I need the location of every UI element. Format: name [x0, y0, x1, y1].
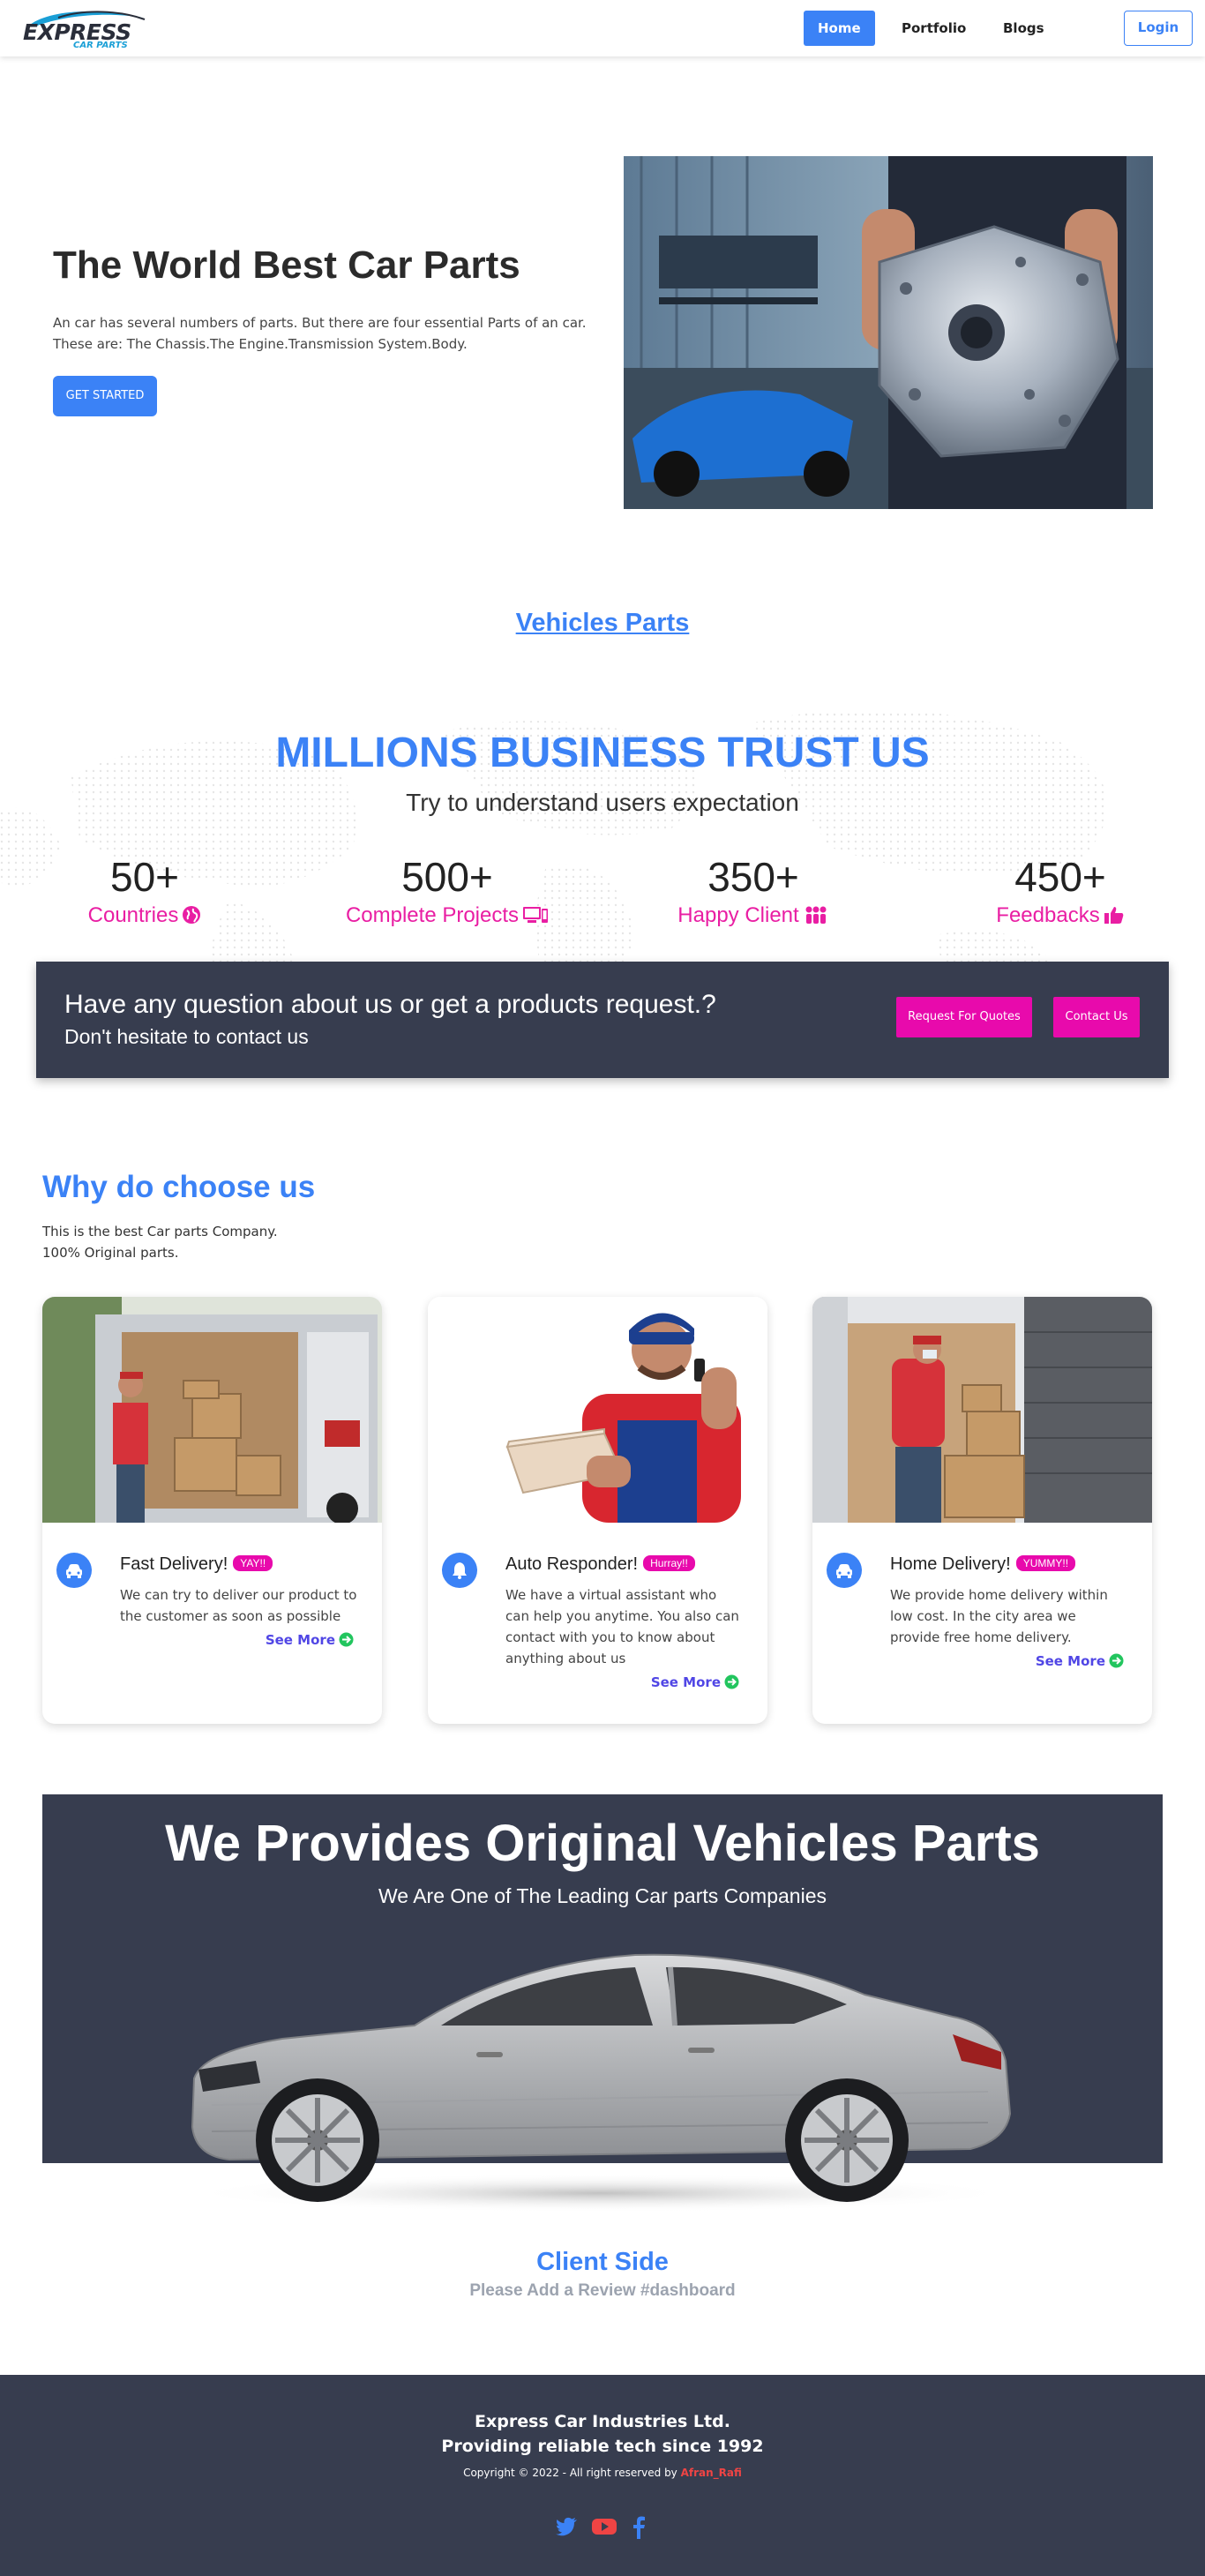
- stat-value: 500+: [401, 854, 493, 900]
- car-icon-badge: [56, 1553, 92, 1588]
- footer-copyright: Copyright © 2022 - All right reserved by…: [0, 2467, 1205, 2479]
- bell-icon: [453, 1562, 467, 1579]
- get-started-button[interactable]: GET STARTED: [53, 376, 157, 416]
- stat-label: Feedbacks: [996, 903, 1100, 927]
- card-fast-delivery: Fast Delivery! YAY!! We can try to delive…: [42, 1297, 382, 1724]
- stat-label: Countries: [87, 903, 179, 927]
- trust-title: MILLIONS BUSINESS TRUST US: [275, 730, 930, 776]
- card-home-delivery: Home Delivery! YUMMY!! We provide home de…: [812, 1297, 1152, 1724]
- globe-icon: [183, 906, 201, 924]
- footer-tagline: Providing reliable tech since 1992: [441, 2437, 764, 2456]
- hero-engine-image: [624, 156, 1153, 509]
- footer-company: Express Car Industries Ltd.: [475, 2412, 730, 2431]
- trust-subtitle: Try to understand users expectation: [406, 789, 799, 816]
- car-icon: [836, 1564, 852, 1578]
- car-icon-badge: [827, 1553, 862, 1588]
- see-more-link[interactable]: See More: [266, 1632, 354, 1648]
- delivery-van-image: [42, 1297, 382, 1523]
- card-badge: Hurray!!: [643, 1555, 695, 1571]
- why-line-1: This is the best Car parts Company.: [42, 1224, 278, 1239]
- arrow-right-circle-icon: [724, 1674, 739, 1689]
- stat-label: Complete Projects: [345, 903, 520, 927]
- bell-icon-badge: [442, 1553, 477, 1588]
- original-subtitle: We Are One of The Leading Car parts Comp…: [378, 1884, 827, 1907]
- stat-value: 50+: [109, 854, 180, 900]
- see-more-label: See More: [650, 1674, 721, 1690]
- card-text: We can try to deliver our product to the…: [120, 1587, 357, 1624]
- stat-label: Happy Client: [677, 903, 799, 927]
- stat-projects: 500+ Complete Projects: [315, 852, 580, 930]
- request-quotes-button[interactable]: Request For Quotes: [896, 997, 1032, 1037]
- card-text: We provide home delivery within low cost…: [890, 1587, 1108, 1645]
- card-text: We have a virtual assistant who can help…: [505, 1587, 739, 1666]
- courier-phone-image: [428, 1297, 767, 1523]
- contact-banner: Have any question about us or get a prod…: [36, 962, 1169, 1078]
- logo-sub-text: CAR PARTS: [73, 41, 128, 50]
- arrow-right-circle-icon: [1109, 1653, 1124, 1668]
- car-icon: [66, 1564, 82, 1578]
- client-subtitle: Please Add a Review #dashboard: [469, 2281, 736, 2300]
- client-title: Client Side: [536, 2248, 669, 2276]
- card-badge: YUMMY!!: [1015, 1555, 1076, 1571]
- stat-feedbacks: 450+ Feedbacks: [928, 852, 1193, 930]
- navbar: EXPRESS CAR PARTS Home Portfolio Blogs L…: [0, 0, 1205, 56]
- stat-value: 350+: [707, 854, 799, 900]
- devices-icon: [523, 907, 549, 923]
- author-link[interactable]: Afran_Rafi: [681, 2467, 742, 2479]
- card-badge: YAY!!: [233, 1555, 273, 1571]
- nav-blogs[interactable]: Blogs: [989, 11, 1059, 46]
- original-title: We Provides Original Vehicles Parts: [165, 1815, 1040, 1872]
- users-icon: [805, 906, 827, 924]
- stat-clients: 350+ Happy Client: [621, 852, 886, 930]
- why-description: This is the best Car parts Company. 100%…: [42, 1221, 278, 1263]
- social-links: [556, 2516, 649, 2542]
- hero-description: An car has several numbers of parts. But…: [53, 315, 587, 352]
- banner-note: Don't hesitate to contact us: [64, 1025, 309, 1048]
- vehicles-parts-link[interactable]: Vehicles Parts: [0, 609, 1205, 638]
- card-title: Auto Responder!: [505, 1554, 639, 1574]
- why-title: Why do choose us: [42, 1170, 316, 1204]
- stat-countries: 50+ Countries: [12, 852, 277, 930]
- see-more-link[interactable]: See More: [1036, 1653, 1124, 1669]
- express-logo[interactable]: EXPRESS CAR PARTS: [23, 5, 146, 51]
- card-auto-responder: Auto Responder! Hurray!! We have a virtua…: [428, 1297, 767, 1724]
- card-title: Fast Delivery!: [120, 1554, 228, 1574]
- login-button[interactable]: Login: [1124, 11, 1193, 46]
- stat-value: 450+: [1014, 854, 1106, 900]
- copyright-text: Copyright © 2022 - All right reserved by: [463, 2467, 677, 2479]
- youtube-icon[interactable]: [591, 2516, 617, 2541]
- contact-us-button[interactable]: Contact Us: [1053, 997, 1140, 1037]
- card-title: Home Delivery!: [890, 1554, 1011, 1574]
- hero-title: The World Best Car Parts: [53, 243, 520, 287]
- home-delivery-image: [812, 1297, 1152, 1523]
- see-more-link[interactable]: See More: [651, 1674, 739, 1690]
- twitter-icon[interactable]: [556, 2516, 579, 2541]
- banner-question: Have any question about us or get a prod…: [64, 990, 716, 1019]
- nav-portfolio[interactable]: Portfolio: [887, 11, 980, 46]
- why-line-2: 100% Original parts.: [42, 1245, 179, 1261]
- thumbs-up-icon: [1104, 907, 1124, 924]
- silver-car-image: [176, 1928, 1023, 2213]
- facebook-icon[interactable]: [632, 2516, 646, 2542]
- arrow-right-circle-icon: [339, 1632, 354, 1647]
- nav-home[interactable]: Home: [804, 11, 875, 46]
- see-more-label: See More: [265, 1632, 335, 1648]
- see-more-label: See More: [1035, 1653, 1105, 1669]
